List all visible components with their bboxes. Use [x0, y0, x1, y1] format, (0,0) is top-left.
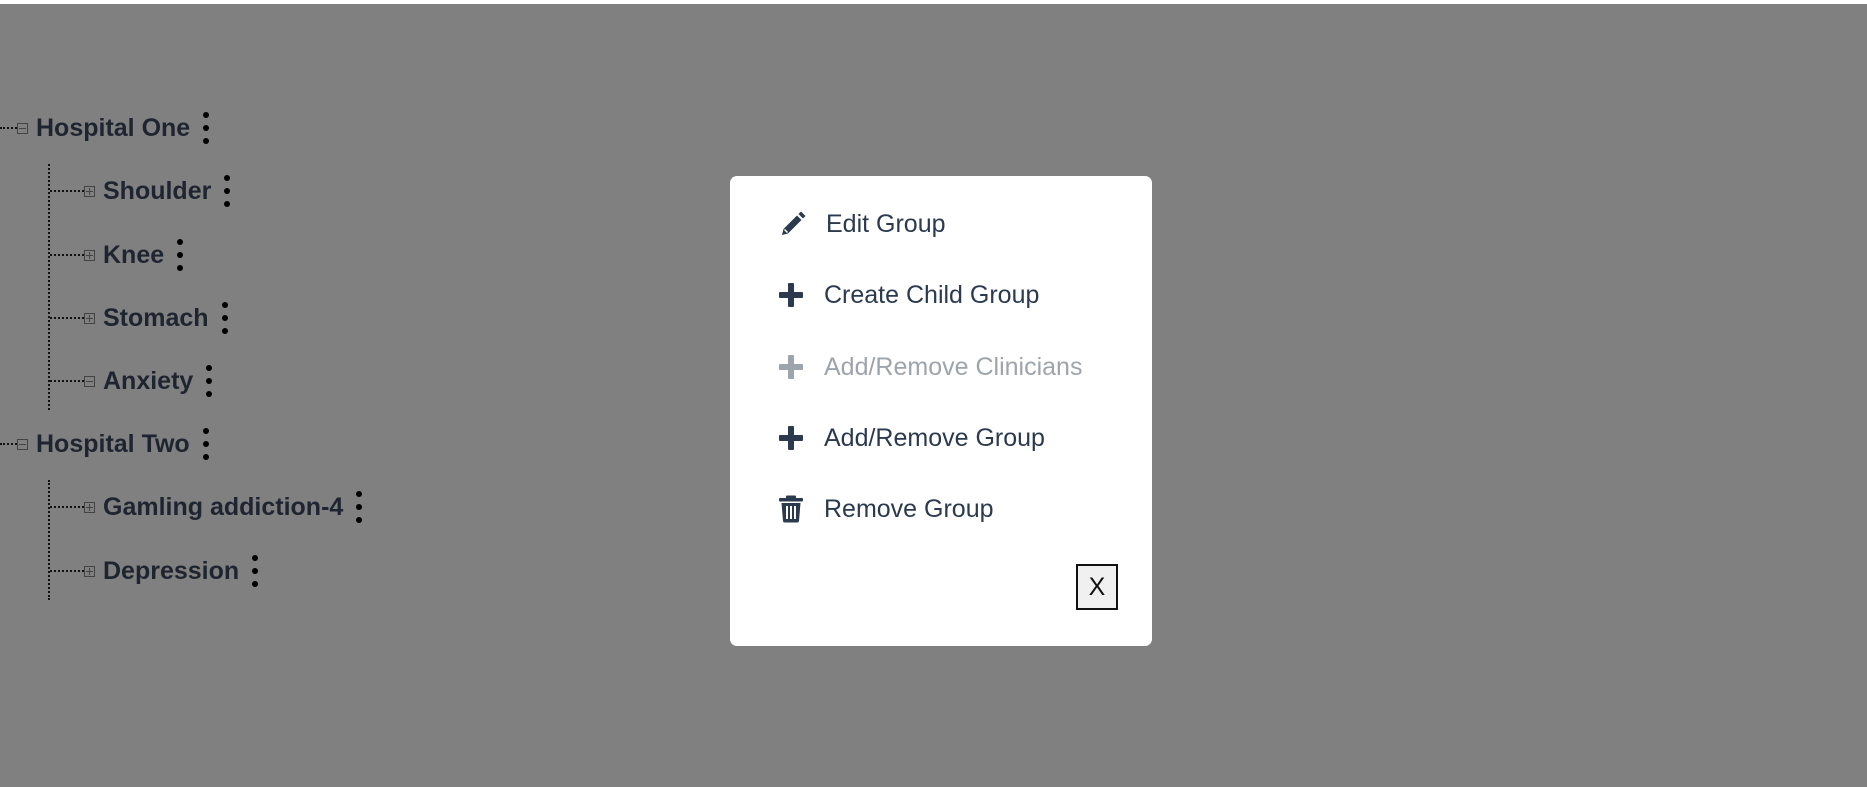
- collapse-icon[interactable]: [84, 375, 95, 387]
- tree-connector: [50, 506, 84, 508]
- tree-node-stomach: Stomach: [50, 302, 231, 334]
- plus-icon: [776, 352, 806, 382]
- tree-node-label[interactable]: Hospital One: [36, 114, 190, 143]
- expand-icon[interactable]: [84, 501, 95, 513]
- tree-connector: [0, 127, 17, 129]
- tree-connector: [50, 254, 84, 256]
- page: Hospital One Shoulder Knee Stomach Anxie…: [0, 0, 1867, 787]
- tree-node-knee: Knee: [50, 239, 186, 271]
- tree-node-label[interactable]: Anxiety: [103, 367, 193, 396]
- collapse-icon[interactable]: [17, 122, 28, 134]
- tree-node-hospital-two: Hospital Two: [0, 428, 212, 460]
- tree-node-shoulder: Shoulder: [50, 175, 233, 207]
- group-tree: Hospital One Shoulder Knee Stomach Anxie…: [0, 0, 500, 787]
- plus-icon: [776, 423, 806, 453]
- tree-node-label[interactable]: Stomach: [103, 304, 209, 333]
- tree-connector: [50, 380, 84, 382]
- tree-node-depression: Depression: [50, 555, 261, 587]
- menu-item-label: Create Child Group: [824, 280, 1040, 309]
- menu-item-label: Edit Group: [826, 209, 946, 238]
- expand-icon[interactable]: [84, 185, 95, 197]
- menu-item-remove-group[interactable]: Remove Group: [776, 489, 994, 529]
- tree-node-label[interactable]: Hospital Two: [36, 430, 190, 459]
- more-options-icon[interactable]: [174, 239, 186, 271]
- plus-icon: [776, 280, 806, 310]
- menu-item-label: Add/Remove Clinicians: [824, 352, 1083, 381]
- tree-node-label[interactable]: Knee: [103, 241, 164, 270]
- tree-node-label[interactable]: Shoulder: [103, 177, 211, 206]
- expand-icon[interactable]: [84, 312, 95, 324]
- tree-node-anxiety: Anxiety: [50, 365, 215, 397]
- group-actions-modal: Edit Group Create Child Group Add/Remove…: [730, 176, 1152, 646]
- menu-item-add-remove-group[interactable]: Add/Remove Group: [776, 418, 1045, 458]
- tree-node-hospital-one: Hospital One: [0, 112, 212, 144]
- collapse-icon[interactable]: [17, 438, 28, 450]
- close-button[interactable]: X: [1076, 564, 1118, 610]
- more-options-icon[interactable]: [219, 302, 231, 334]
- tree-node-gamling-addiction: Gamling addiction-4: [50, 491, 365, 523]
- expand-icon[interactable]: [84, 249, 95, 261]
- menu-item-label: Add/Remove Group: [824, 423, 1045, 452]
- more-options-icon[interactable]: [353, 491, 365, 523]
- more-options-icon[interactable]: [200, 428, 212, 460]
- tree-connector: [50, 190, 84, 192]
- tree-node-label[interactable]: Depression: [103, 557, 239, 586]
- tree-connector: [0, 443, 17, 445]
- menu-item-create-child-group[interactable]: Create Child Group: [776, 275, 1039, 315]
- more-options-icon[interactable]: [221, 175, 233, 207]
- pencil-icon: [778, 209, 808, 239]
- tree-connector: [50, 317, 84, 319]
- more-options-icon[interactable]: [203, 365, 215, 397]
- tree-connector: [50, 570, 84, 572]
- more-options-icon[interactable]: [200, 112, 212, 144]
- more-options-icon[interactable]: [249, 555, 261, 587]
- tree-node-label[interactable]: Gamling addiction-4: [103, 493, 343, 522]
- menu-item-add-remove-clinicians: Add/Remove Clinicians: [776, 347, 1082, 387]
- expand-icon[interactable]: [84, 565, 95, 577]
- menu-item-edit-group[interactable]: Edit Group: [778, 204, 946, 244]
- menu-item-label: Remove Group: [824, 494, 994, 523]
- trash-icon: [776, 494, 806, 524]
